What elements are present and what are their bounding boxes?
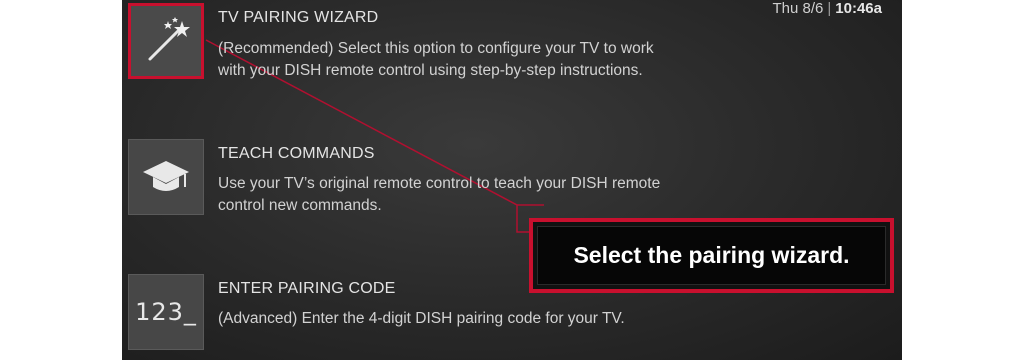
- tv-screen: Thu 8/6 | 10:46a TV PAIRING WIZARD (Recomm…: [122, 0, 902, 360]
- numeric-code-icon[interactable]: 123_: [128, 274, 204, 350]
- graduation-cap-icon[interactable]: [128, 139, 204, 215]
- clock-separator: |: [827, 0, 832, 17]
- option-title: ENTER PAIRING CODE: [218, 280, 396, 297]
- date-label: Thu 8/6: [772, 0, 824, 17]
- callout-text: Select the pairing wizard.: [537, 226, 886, 285]
- status-clock: Thu 8/6 | 10:46a: [773, 0, 883, 17]
- option-title: TV PAIRING WIZARD: [218, 9, 379, 26]
- option-description: (Advanced) Enter the 4-digit DISH pairin…: [218, 310, 625, 327]
- option-description: (Recommended) Select this option to conf…: [218, 40, 654, 79]
- numeric-code-icon-text: 123_: [135, 298, 197, 326]
- option-description: Use your TV’s original remote control to…: [218, 175, 661, 214]
- time-label: 10:46a: [835, 0, 882, 17]
- instruction-callout: Select the pairing wizard.: [529, 218, 894, 293]
- option-title: TEACH COMMANDS: [218, 145, 375, 162]
- magic-wand-icon[interactable]: [128, 3, 204, 79]
